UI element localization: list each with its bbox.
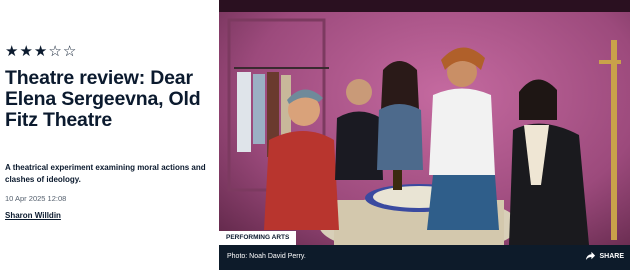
article-text-panel: ★ ★ ★ ☆ ☆ Theatre review: Dear Elena Sergeev… [0,0,219,270]
category-tag[interactable]: PERFORMING ARTS [219,231,297,245]
star-filled-icon: ★ [33,42,48,60]
share-label: SHARE [599,253,624,260]
publish-date: 10 Apr 2025 12:08 [5,194,67,203]
article-headline: Theatre review: Dear Elena Sergeevna, Ol… [5,67,201,131]
photo-caption-bar: Photo: Noah David Perry. SHARE [219,245,630,270]
star-rating: ★ ★ ★ ☆ ☆ [5,44,76,59]
star-empty-icon: ☆ [62,42,77,60]
article-standfirst: A theatrical experiment examining moral … [5,163,206,184]
stage-scene-image [219,0,630,270]
photo-caption: Photo: Noah David Perry. [227,253,306,260]
author-link[interactable]: Sharon Willdin [5,211,61,220]
hero-photo [219,0,630,270]
star-filled-icon: ★ [5,42,19,60]
star-empty-icon: ☆ [48,42,62,60]
share-button[interactable]: SHARE [585,251,624,262]
share-icon [586,251,596,261]
star-filled-icon: ★ [19,42,33,60]
